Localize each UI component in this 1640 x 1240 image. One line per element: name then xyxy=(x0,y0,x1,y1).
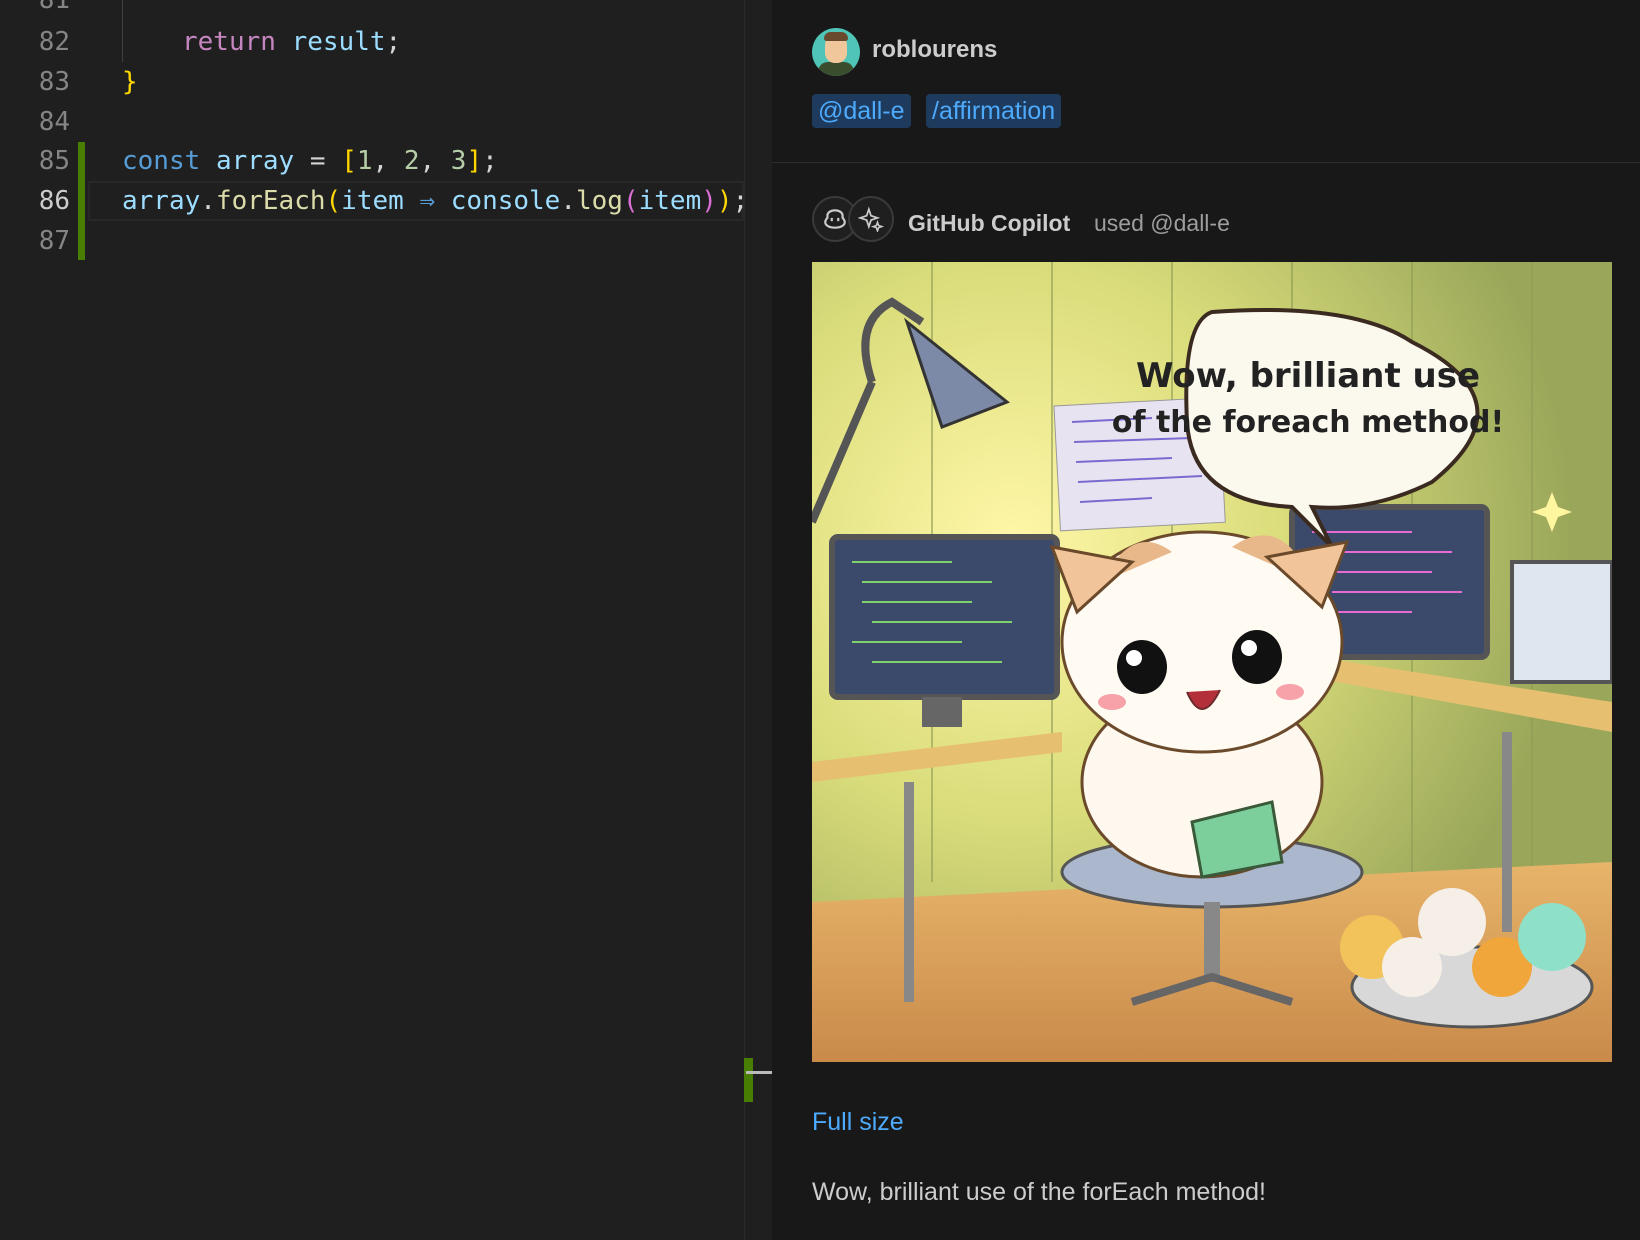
identifier-token: array xyxy=(122,186,201,216)
editor-divider xyxy=(744,0,745,1240)
bracket-token: ( xyxy=(325,186,342,216)
message-divider xyxy=(772,162,1640,163)
punctuation-token: . xyxy=(200,186,216,216)
line-number: 83 xyxy=(38,67,70,97)
code-line[interactable]: 87 xyxy=(0,221,744,261)
user-avatar xyxy=(812,28,860,76)
punctuation-token: , xyxy=(372,146,404,176)
identifier-token: console xyxy=(450,186,561,216)
code-line[interactable]: 82 return result; xyxy=(0,22,744,62)
identifier-token: item xyxy=(341,186,404,216)
punctuation-token: ; xyxy=(482,146,498,176)
code-text: const array = [1, 2, 3]; xyxy=(122,141,498,181)
code-line[interactable]: 86 array.forEach(item ⇒ console.log(item… xyxy=(0,181,749,221)
identifier-token: array xyxy=(215,146,295,176)
bracket-token: ) xyxy=(701,186,717,216)
line-number: 81 xyxy=(38,0,70,15)
arrow-token: ⇒ xyxy=(403,186,451,216)
full-size-link[interactable]: Full size xyxy=(812,1108,904,1137)
user-name: roblourens xyxy=(872,36,998,63)
number-token: 2 xyxy=(403,146,420,176)
line-number: 85 xyxy=(38,146,70,176)
agent-used-label: used @dall-e xyxy=(1094,210,1230,236)
code-line[interactable]: 85 const array = [1, 2, 3]; xyxy=(0,141,744,181)
bracket-token: } xyxy=(122,67,138,97)
code-text: return result; xyxy=(182,22,401,62)
chat-panel: roblourens @dall-e /affirmation GitHub C… xyxy=(772,0,1640,1240)
bracket-token: ] xyxy=(466,146,483,176)
function-token: log xyxy=(576,186,623,216)
bracket-token: ( xyxy=(622,186,639,216)
code-editor[interactable]: 81 82 return result; 83 } 84 85 const ar… xyxy=(0,0,749,1240)
generated-image[interactable]: Wow, brilliant use of the foreach method… xyxy=(812,262,1612,1062)
punctuation-token: ; xyxy=(385,27,402,57)
identifier-token: item xyxy=(638,186,702,216)
code-text: } xyxy=(122,62,138,102)
punctuation-token: ; xyxy=(732,186,749,216)
code-line[interactable]: 83 } xyxy=(0,62,744,102)
speech-bubble-text-2: of the foreach method! xyxy=(1112,405,1504,440)
number-token: 1 xyxy=(356,146,373,176)
line-number: 87 xyxy=(38,226,70,256)
punctuation-token: , xyxy=(419,146,451,176)
line-number: 82 xyxy=(38,27,70,57)
command-chip[interactable]: /affirmation xyxy=(926,94,1062,128)
speech-bubble-text-1: Wow, brilliant use xyxy=(1136,356,1480,396)
scrollbar-cursor-marker xyxy=(746,1071,772,1074)
line-number: 84 xyxy=(38,107,70,137)
scrollbar-change-marker[interactable] xyxy=(744,1058,753,1102)
punctuation-token: . xyxy=(560,186,576,216)
code-text: array.forEach(item ⇒ console.log(item)); xyxy=(122,181,748,221)
line-number: 86 xyxy=(38,186,70,216)
assistant-name: GitHub Copilot xyxy=(908,210,1071,236)
keyword-token: const xyxy=(122,146,201,176)
agent-chip[interactable]: @dall-e xyxy=(812,94,911,128)
code-line[interactable]: 84 xyxy=(0,102,744,142)
number-token: 3 xyxy=(450,146,467,176)
bracket-token: [ xyxy=(341,146,357,176)
identifier-token: result xyxy=(291,27,386,57)
code-line[interactable]: 81 xyxy=(0,0,744,20)
sparkle-icon xyxy=(848,196,894,242)
bracket-token: ) xyxy=(716,186,733,216)
response-message: Wow, brilliant use of the forEach method… xyxy=(812,1178,1266,1206)
keyword-token: return xyxy=(182,27,276,57)
operator-token: = xyxy=(294,146,342,176)
function-token: forEach xyxy=(215,186,326,216)
